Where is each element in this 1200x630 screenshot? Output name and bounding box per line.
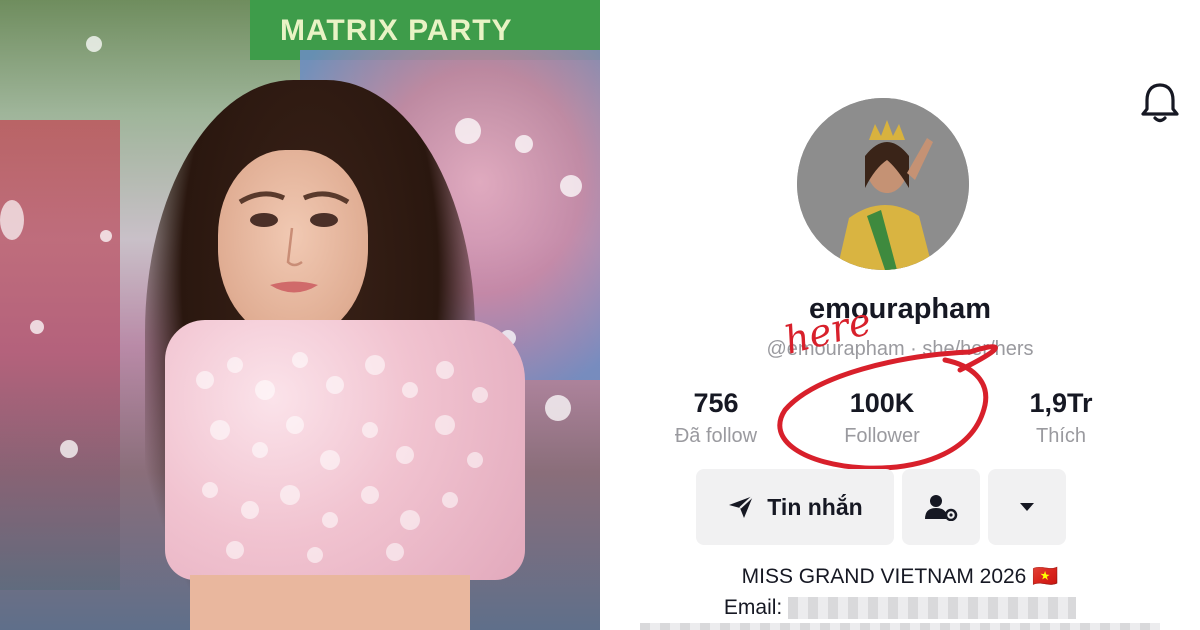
add-user-icon — [925, 495, 958, 521]
stat-followers-value: 100K — [849, 388, 915, 418]
bio-email-label: Email: — [723, 596, 783, 619]
promo-photo: MATRIX PARTY — [0, 0, 600, 630]
add-friend-button[interactable] — [902, 469, 980, 545]
stat-likes[interactable]: 1,9Tr Thích — [981, 388, 1141, 448]
face-features — [238, 191, 350, 293]
bio-extra — [600, 622, 1200, 630]
stat-following-label: Đã follow — [674, 425, 758, 447]
stat-likes-value: 1,9Tr — [1029, 388, 1093, 418]
stat-likes-label: Thích — [1035, 425, 1087, 447]
bokeh-dot — [515, 135, 533, 153]
background-wall — [0, 120, 120, 590]
send-icon — [729, 495, 755, 518]
profile-username: emourapham — [808, 293, 992, 325]
bio-email: Email: — [600, 596, 1200, 620]
bokeh-dot — [560, 175, 582, 197]
model-waist — [190, 575, 470, 630]
stat-following-value: 756 — [693, 388, 739, 418]
redacted-email — [788, 597, 1077, 620]
model-face — [218, 150, 368, 340]
stat-followers-label: Follower — [844, 425, 920, 447]
profile-handle: @emourapham · she/her/hers — [766, 338, 1034, 360]
more-options-button[interactable] — [988, 469, 1066, 545]
bokeh-dot — [545, 395, 571, 421]
bell-icon[interactable] — [1140, 80, 1180, 124]
bokeh-dot — [86, 36, 102, 52]
sequin-top — [165, 320, 525, 580]
profile-screen: emourapham @emourapham · she/her/hers 75… — [600, 0, 1200, 630]
banner-text: MATRIX PARTY — [280, 14, 513, 47]
stat-following[interactable]: 756 Đã follow — [636, 388, 796, 448]
sequin-pattern — [196, 352, 488, 563]
avatar-image — [797, 98, 969, 270]
bokeh-dot — [455, 118, 481, 144]
bokeh-dot — [60, 440, 78, 458]
message-button-label: Tin nhắn — [767, 493, 863, 520]
bokeh-dot — [0, 200, 24, 240]
bio-title: MISS GRAND VIETNAM 2026 🇻🇳 — [741, 565, 1059, 588]
bokeh-dot — [100, 230, 112, 242]
message-button[interactable]: Tin nhắn — [696, 469, 894, 545]
caret-down-icon — [1020, 503, 1034, 511]
stat-followers[interactable]: 100K Follower — [802, 388, 962, 448]
bokeh-dot — [30, 320, 44, 334]
profile-avatar[interactable] — [797, 98, 969, 270]
redacted-text — [640, 623, 1160, 630]
